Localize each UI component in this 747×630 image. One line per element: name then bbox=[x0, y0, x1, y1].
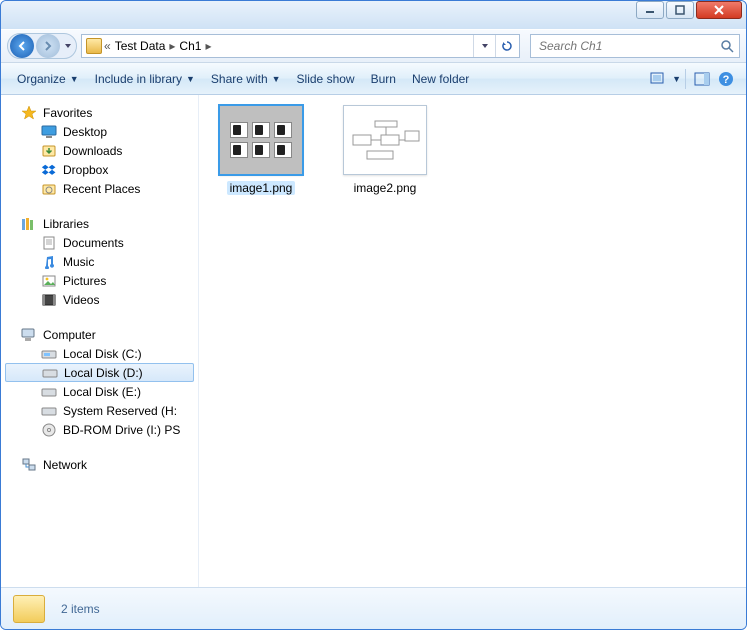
thumbnail bbox=[343, 105, 427, 175]
chevron-down-icon: ▼ bbox=[272, 74, 281, 84]
forward-button[interactable] bbox=[36, 34, 60, 58]
nav-videos[interactable]: Videos bbox=[1, 290, 198, 309]
file-label: image2.png bbox=[354, 181, 417, 195]
titlebar bbox=[1, 1, 746, 29]
disc-icon bbox=[41, 422, 57, 438]
minimize-button[interactable] bbox=[636, 1, 664, 19]
network-group[interactable]: Network bbox=[1, 455, 198, 474]
preview-pane-button[interactable] bbox=[690, 67, 714, 91]
content-area: Favorites Desktop Downloads Dropbox Rece… bbox=[1, 95, 746, 587]
nav-local-disk-d[interactable]: Local Disk (D:) bbox=[5, 363, 194, 382]
nav-buttons bbox=[7, 33, 77, 59]
nav-bd-rom-drive[interactable]: BD-ROM Drive (I:) PS bbox=[1, 420, 198, 439]
chevron-down-icon: ▼ bbox=[186, 74, 195, 84]
nav-recent-places[interactable]: Recent Places bbox=[1, 179, 198, 198]
help-button[interactable]: ? bbox=[714, 67, 738, 91]
nav-pictures[interactable]: Pictures bbox=[1, 271, 198, 290]
nav-local-disk-e[interactable]: Local Disk (E:) bbox=[1, 382, 198, 401]
file-label: image1.png bbox=[227, 181, 296, 195]
search-icon[interactable] bbox=[719, 38, 735, 54]
recent-icon bbox=[41, 181, 57, 197]
breadcrumb-ch1[interactable]: Ch1 bbox=[175, 39, 205, 53]
file-image2[interactable]: image2.png bbox=[337, 105, 433, 195]
drive-icon bbox=[41, 346, 57, 362]
nav-system-reserved[interactable]: System Reserved (H: bbox=[1, 401, 198, 420]
chevron-down-icon[interactable]: ▼ bbox=[672, 74, 681, 84]
desktop-icon bbox=[41, 124, 57, 140]
organize-menu[interactable]: Organize▼ bbox=[9, 68, 87, 90]
dropbox-icon bbox=[41, 162, 57, 178]
slide-show-button[interactable]: Slide show bbox=[289, 68, 363, 90]
computer-icon bbox=[21, 327, 37, 343]
burn-button[interactable]: Burn bbox=[363, 68, 404, 90]
nav-desktop[interactable]: Desktop bbox=[1, 122, 198, 141]
pictures-icon bbox=[41, 273, 57, 289]
new-folder-button[interactable]: New folder bbox=[404, 68, 477, 90]
view-options-button[interactable] bbox=[648, 67, 672, 91]
recent-locations-dropdown[interactable] bbox=[61, 42, 75, 50]
refresh-button[interactable] bbox=[495, 35, 517, 57]
computer-group[interactable]: Computer bbox=[1, 325, 198, 344]
chevron-right-icon: ▸ bbox=[205, 39, 211, 53]
nav-music[interactable]: Music bbox=[1, 252, 198, 271]
svg-text:?: ? bbox=[723, 74, 730, 86]
include-in-library-menu[interactable]: Include in library▼ bbox=[87, 68, 203, 90]
command-bar: Organize▼ Include in library▼ Share with… bbox=[1, 63, 746, 95]
favorites-group[interactable]: Favorites bbox=[1, 103, 198, 122]
star-icon bbox=[21, 105, 37, 121]
explorer-window: « Test Data ▸ Ch1 ▸ Organize▼ Include in… bbox=[0, 0, 747, 630]
file-list[interactable]: image1.png image2.png bbox=[199, 95, 746, 587]
navigation-pane: Favorites Desktop Downloads Dropbox Rece… bbox=[1, 95, 199, 587]
drive-icon bbox=[42, 365, 58, 381]
libraries-group[interactable]: Libraries bbox=[1, 214, 198, 233]
share-with-menu[interactable]: Share with▼ bbox=[203, 68, 289, 90]
search-box[interactable] bbox=[530, 34, 740, 58]
libraries-icon bbox=[21, 216, 37, 232]
status-bar: 2 items bbox=[1, 587, 746, 629]
file-image1[interactable]: image1.png bbox=[213, 105, 309, 195]
folder-icon bbox=[13, 595, 45, 623]
thumbnail bbox=[219, 105, 303, 175]
documents-icon bbox=[41, 235, 57, 251]
item-count: 2 items bbox=[61, 602, 100, 616]
close-button[interactable] bbox=[696, 1, 742, 19]
nav-documents[interactable]: Documents bbox=[1, 233, 198, 252]
search-input[interactable] bbox=[537, 38, 719, 54]
address-bar[interactable]: « Test Data ▸ Ch1 ▸ bbox=[81, 34, 520, 58]
drive-icon bbox=[41, 403, 57, 419]
chevron-down-icon: ▼ bbox=[70, 74, 79, 84]
breadcrumb-ellipsis: « bbox=[104, 39, 111, 53]
nav-dropbox[interactable]: Dropbox bbox=[1, 160, 198, 179]
downloads-icon bbox=[41, 143, 57, 159]
music-icon bbox=[41, 254, 57, 270]
back-button[interactable] bbox=[10, 34, 34, 58]
navigation-bar: « Test Data ▸ Ch1 ▸ bbox=[1, 29, 746, 63]
address-dropdown[interactable] bbox=[473, 35, 495, 57]
breadcrumb-test-data[interactable]: Test Data bbox=[111, 39, 170, 53]
drive-icon bbox=[41, 384, 57, 400]
network-icon bbox=[21, 457, 37, 473]
nav-downloads[interactable]: Downloads bbox=[1, 141, 198, 160]
maximize-button[interactable] bbox=[666, 1, 694, 19]
folder-icon bbox=[86, 38, 102, 54]
nav-local-disk-c[interactable]: Local Disk (C:) bbox=[1, 344, 198, 363]
videos-icon bbox=[41, 292, 57, 308]
